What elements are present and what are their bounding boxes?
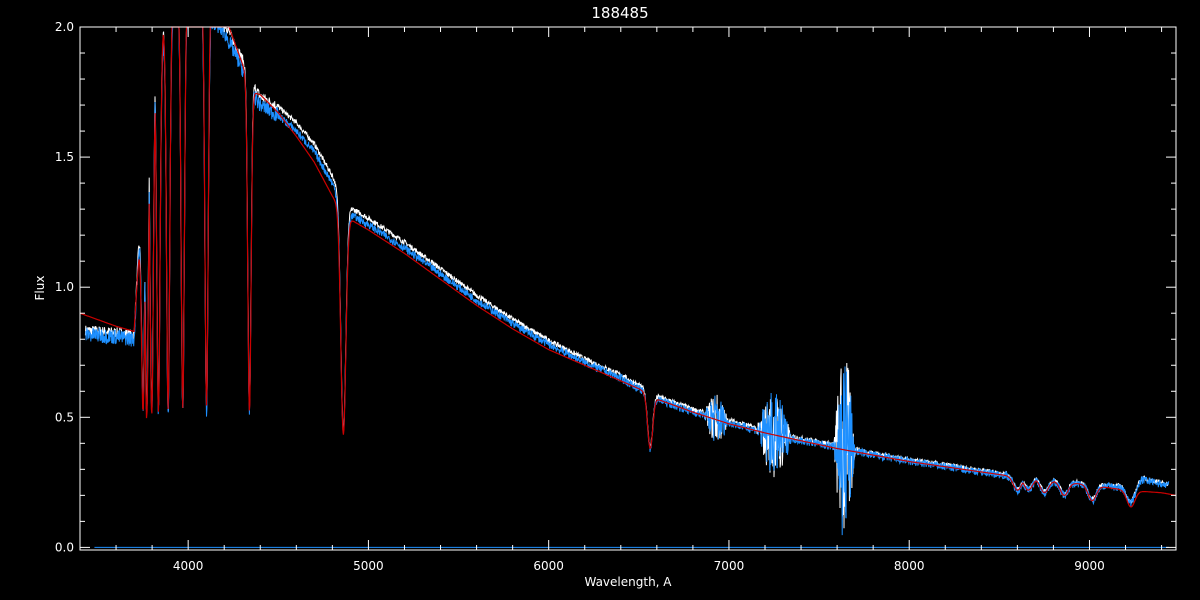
y-tick-label: 2.0 xyxy=(55,20,74,34)
x-tick-label: 7000 xyxy=(714,559,745,573)
y-axis-label: Flux xyxy=(33,276,47,301)
x-tick-label: 8000 xyxy=(894,559,925,573)
y-tick-label: 1.5 xyxy=(55,150,74,164)
y-tick-label: 0.0 xyxy=(55,540,74,554)
x-tick-label: 9000 xyxy=(1074,559,1105,573)
axes-layer: 4000 5000 6000 7000 8000 9000 0.0 0.5 1.0 1.5 2.0 xyxy=(55,20,1176,573)
plot-frame xyxy=(79,26,1177,551)
x-tick-label: 5000 xyxy=(353,559,384,573)
chart-title: 188485 xyxy=(591,4,648,22)
y-tick-label: 1.0 xyxy=(55,280,74,294)
spectrum-plot: 188485 4000 5000 6000 7000 8000 9000 0.0 0.5 1.0… xyxy=(33,4,1177,589)
x-tick-label: 4000 xyxy=(173,559,204,573)
series-model xyxy=(79,26,1176,508)
y-tick-label: 0.5 xyxy=(55,410,74,424)
x-axis-label: Wavelength, A xyxy=(584,575,672,589)
x-tick-label: 6000 xyxy=(533,559,564,573)
series-layer xyxy=(79,26,1176,548)
